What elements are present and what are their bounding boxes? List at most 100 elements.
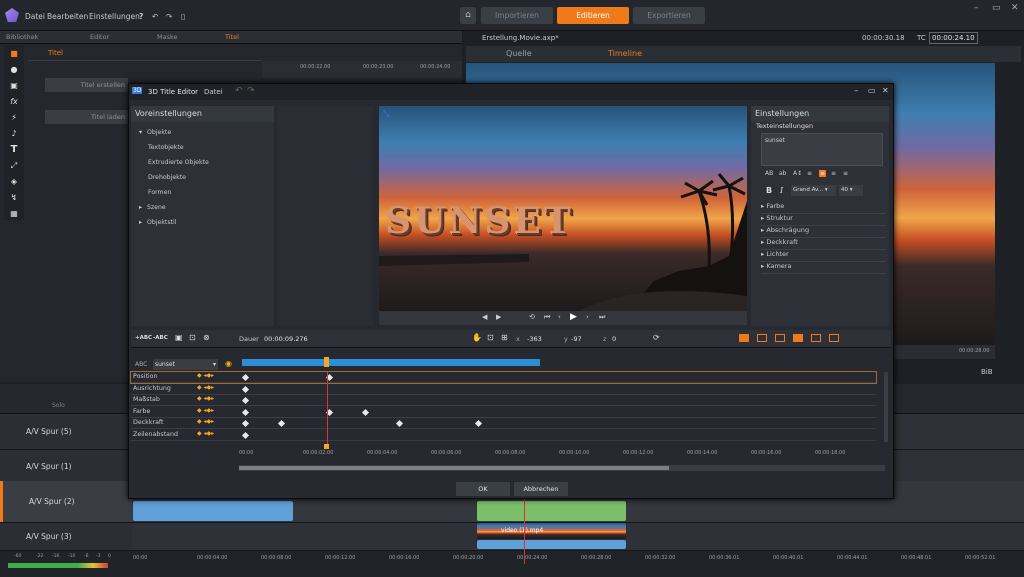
keyframe-diamond[interactable] (241, 431, 250, 439)
tree-arrow-icon[interactable]: ▸ (139, 219, 142, 226)
tree-item-extrudierte[interactable]: Extrudierte Objekte (148, 159, 209, 166)
filmstrip-icon[interactable]: ▦ (9, 209, 19, 219)
keyframe-nav-icon[interactable]: ◆ ◂◆▸ (197, 418, 214, 425)
text-input[interactable]: sunset (761, 133, 883, 166)
layout-icon-5[interactable] (811, 334, 821, 342)
transition-icon[interactable]: ⚡ (9, 113, 19, 123)
menu-datei[interactable]: Datei (25, 12, 45, 21)
font-size-icon[interactable]: A↕ (793, 170, 802, 177)
tab-bibliothek[interactable]: Bibliothek (6, 33, 38, 41)
next-frame-icon[interactable]: ▶ (496, 313, 501, 321)
layout-icon-3[interactable] (775, 334, 785, 342)
close-button[interactable]: ✕ (1011, 3, 1019, 13)
y-field[interactable]: -97 (571, 335, 582, 343)
video-clip[interactable] (477, 501, 626, 521)
shape-icon[interactable]: ▣ (175, 333, 183, 342)
minimize-button[interactable]: – (854, 86, 859, 96)
tree-item-szene[interactable]: Szene (147, 204, 166, 211)
setting-deckkraft[interactable]: ▸ Deckkraft (761, 238, 886, 250)
align-right-icon[interactable]: ≡ (831, 170, 836, 177)
keyframe-row[interactable]: Ausrichtung ◆ ◂◆▸ (131, 384, 876, 395)
align-center-icon[interactable]: ≡ (819, 170, 827, 177)
menu-einstellungen[interactable]: Einstellungen (89, 12, 140, 21)
keyframe-diamond[interactable] (241, 385, 250, 393)
dialog-menu-datei[interactable]: Datei (204, 88, 223, 96)
keyframe-row[interactable]: Farbe ◆ ◂◆▸ (131, 407, 876, 418)
tab-titel[interactable]: Titel (225, 33, 239, 41)
horizontal-scrollbar[interactable] (239, 465, 885, 471)
object-select[interactable]: sunset ▾ (153, 359, 218, 370)
title-text[interactable]: SUNSET (385, 200, 574, 242)
keyframe-row[interactable]: Zeilenabstand ◆ ◂◆▸ (131, 430, 876, 441)
document-icon[interactable]: ▯ (181, 12, 185, 21)
subtab-titel[interactable]: Titel (48, 49, 63, 57)
x-field[interactable]: -363 (527, 335, 542, 343)
duration-field[interactable]: 00:00:09.276 (264, 335, 308, 343)
media-icon[interactable]: ▣ (9, 81, 19, 91)
audio-clip[interactable] (477, 540, 626, 549)
tree-item-drehobjekte[interactable]: Drehobjekte (148, 174, 186, 181)
layout-icon-6[interactable] (829, 334, 839, 342)
close-button[interactable]: ✕ (882, 86, 889, 95)
keyframe-diamond[interactable] (277, 419, 286, 428)
keyframe-nav-icon[interactable]: ◆ ◂◆▸ (197, 430, 214, 437)
cancel-button[interactable]: Abbrechen (514, 482, 568, 496)
home-icon[interactable]: ⌂ (460, 7, 476, 24)
text-icon[interactable]: T (9, 145, 19, 155)
track-name[interactable]: A/V Spur (1) (26, 462, 72, 471)
import-button[interactable]: Importieren (481, 7, 553, 24)
keyframe-diamond[interactable] (474, 419, 483, 428)
keyframe-nav-icon[interactable]: ◆ ◂◆▸ (197, 372, 214, 379)
setting-struktur[interactable]: ▸ Struktur (761, 214, 886, 226)
keyframe-diamond[interactable] (241, 373, 250, 382)
case-upper-icon[interactable]: AB (765, 170, 773, 177)
menu-bearbeiten[interactable]: Bearbeiten (47, 12, 88, 21)
style-icon[interactable]: ⊗ (203, 333, 210, 342)
playhead-handle[interactable] (324, 444, 329, 449)
pan-hand-icon[interactable]: ✋ (472, 333, 482, 342)
keyframe-row[interactable]: Maßstab ◆ ◂◆▸ (131, 395, 876, 406)
visibility-eye-icon[interactable]: ◉ (225, 359, 232, 368)
tree-arrow-icon[interactable]: ▸ (139, 204, 142, 211)
text-settings-label[interactable]: Texteinstellungen (756, 122, 813, 130)
layout-icon-2[interactable] (757, 334, 767, 342)
track-name[interactable]: A/V Spur (3) (26, 532, 72, 541)
tab-quelle[interactable]: Quelle (506, 49, 532, 58)
prev-frame-icon[interactable]: ◀ (482, 313, 487, 321)
keyframe-nav-icon[interactable]: ◆ ◂◆▸ (197, 407, 214, 414)
skip-end-icon[interactable]: ⏭ (599, 313, 605, 322)
tree-item-objektstil[interactable]: Objektstil (147, 219, 176, 226)
track-name[interactable]: A/V Spur (5) (26, 427, 72, 436)
keyframe-diamond[interactable] (241, 396, 250, 405)
axis-gizmo-icon[interactable]: ⤡ (383, 109, 389, 119)
object-duration-bar[interactable] (242, 359, 540, 366)
title-icon[interactable]: ■ (9, 49, 19, 59)
setting-abschraegung[interactable]: ▸ Abschrägung (761, 226, 886, 238)
effects-icon[interactable]: fx (9, 97, 19, 107)
scroll-thumb[interactable] (239, 466, 669, 470)
motion-icon[interactable]: ↯ (9, 193, 19, 203)
image-icon[interactable]: ⊡ (189, 333, 196, 342)
keyframe-nav-icon[interactable]: ◆ ◂◆▸ (197, 395, 214, 402)
track-name[interactable]: A/V Spur (2) (29, 497, 75, 506)
export-button[interactable]: Exportieren (633, 7, 705, 24)
italic-button[interactable]: I (780, 186, 783, 195)
snap-icon[interactable]: ⊞ (501, 333, 508, 342)
layout-icon-4[interactable] (793, 334, 803, 342)
maximize-button[interactable]: ▭ (992, 3, 1001, 13)
redo-icon[interactable]: ↷ (166, 12, 172, 21)
minimize-button[interactable]: – (974, 3, 979, 13)
tree-arrow-icon[interactable]: ▾ (139, 129, 142, 136)
tab-timeline[interactable]: Timeline (608, 49, 642, 58)
keyframe-diamond[interactable] (395, 419, 404, 428)
reset-icon[interactable]: ⟳ (653, 333, 660, 342)
undo-icon[interactable]: ↶ (152, 12, 158, 21)
case-lower-icon[interactable]: ab (779, 170, 787, 177)
redo-icon[interactable]: ↷ (247, 86, 255, 96)
vertical-scrollbar[interactable] (884, 372, 888, 442)
skip-start-icon[interactable]: ⏮ (544, 313, 550, 322)
undo-icon[interactable]: ↶ (235, 86, 243, 96)
layers-icon[interactable]: ◈ (9, 177, 19, 187)
justify-icon[interactable]: ≡ (843, 170, 848, 177)
current-time-marker[interactable] (324, 357, 329, 367)
